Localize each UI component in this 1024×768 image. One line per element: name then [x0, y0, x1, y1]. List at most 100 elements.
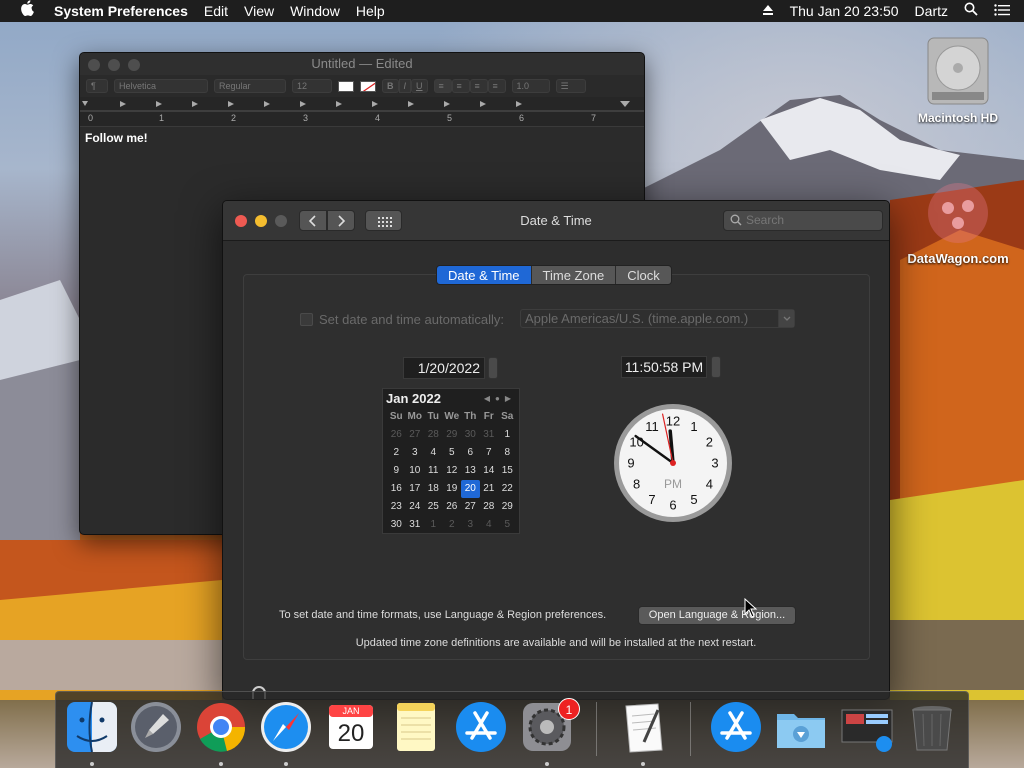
ruler[interactable]: 0 1 2 3 4 5 6 7	[80, 97, 644, 127]
dock-chrome[interactable]	[194, 700, 248, 754]
calendar-day[interactable]: 15	[498, 462, 517, 480]
calendar-day[interactable]: 2	[443, 516, 462, 534]
calendar-day[interactable]: 16	[387, 480, 406, 498]
time-field[interactable]: 11:50:58 PM	[621, 356, 707, 378]
close-button[interactable]	[88, 59, 100, 71]
calendar-day[interactable]: 27	[461, 498, 480, 516]
time-server-select[interactable]: Apple Americas/U.S. (time.apple.com.)	[520, 309, 795, 328]
calendar-day[interactable]: 21	[480, 480, 499, 498]
calendar-day[interactable]: 8	[498, 444, 517, 462]
underline-button[interactable]: U	[411, 79, 428, 93]
calendar-day[interactable]: 4	[424, 444, 443, 462]
dock-finder[interactable]	[65, 700, 119, 754]
calendar-day[interactable]: 2	[387, 444, 406, 462]
calendar-day[interactable]: 28	[480, 498, 499, 516]
calendar-day[interactable]: 30	[387, 516, 406, 534]
menubar-clock[interactable]: Thu Jan 20 23:50	[782, 0, 907, 22]
date-stepper[interactable]	[488, 357, 498, 379]
calendar-day[interactable]: 6	[461, 444, 480, 462]
calendar-day[interactable]: 26	[387, 426, 406, 444]
calendar-day-selected[interactable]: 20	[461, 480, 480, 498]
tab-clock[interactable]: Clock	[616, 266, 671, 284]
dock-notes[interactable]	[389, 700, 443, 754]
font-family-select[interactable]: Helvetica	[114, 79, 208, 93]
calendar-day[interactable]: 29	[443, 426, 462, 444]
calendar-day[interactable]: 22	[498, 480, 517, 498]
notification-center-icon[interactable]	[986, 0, 1024, 22]
calendar-day[interactable]: 24	[406, 498, 425, 516]
list-style-select[interactable]: ☰	[555, 79, 586, 93]
calendar-day[interactable]: 19	[443, 480, 462, 498]
highlight-color-swatch[interactable]	[360, 80, 376, 92]
time-stepper[interactable]	[711, 356, 721, 378]
dock-textedit[interactable]	[616, 700, 670, 754]
calendar-day[interactable]: 10	[406, 462, 425, 480]
tab-time-zone[interactable]: Time Zone	[531, 266, 617, 284]
bold-button[interactable]: B	[382, 79, 399, 93]
calendar[interactable]: Jan 2022 ◀●▶ Su Mo Tu We Th Fr Sa 26 27 28 29 30 31 1…	[382, 388, 520, 534]
calendar-day[interactable]: 30	[461, 426, 480, 444]
paragraph-style-select[interactable]: ¶	[86, 79, 108, 93]
syspref-titlebar[interactable]: Date & Time Search	[223, 201, 889, 241]
eject-icon[interactable]	[754, 0, 782, 22]
calendar-day[interactable]: 27	[406, 426, 425, 444]
dock-trash[interactable]	[905, 700, 959, 754]
calendar-day[interactable]: 31	[480, 426, 499, 444]
font-style-select[interactable]: Regular	[214, 79, 286, 93]
italic-button[interactable]: I	[398, 79, 412, 93]
calendar-day[interactable]: 12	[443, 462, 462, 480]
dock-safari[interactable]	[259, 700, 313, 754]
font-size-select[interactable]: 12	[292, 79, 332, 93]
spotlight-icon[interactable]	[956, 0, 986, 22]
calendar-day[interactable]: 1	[498, 426, 517, 444]
calendar-day[interactable]: 13	[461, 462, 480, 480]
dock-downloads[interactable]	[774, 700, 828, 754]
align-center-button[interactable]: ≡	[451, 79, 470, 93]
tab-date-time[interactable]: Date & Time	[437, 266, 532, 284]
dock-system-preferences[interactable]: 1	[520, 698, 580, 754]
textedit-document[interactable]: Follow me!	[80, 127, 644, 149]
menu-help[interactable]: Help	[348, 0, 393, 22]
calendar-nav[interactable]: ◀●▶	[484, 394, 516, 403]
apple-menu[interactable]	[0, 0, 46, 22]
calendar-day[interactable]: 25	[424, 498, 443, 516]
calendar-day[interactable]: 18	[424, 480, 443, 498]
calendar-day[interactable]: 28	[424, 426, 443, 444]
calendar-day[interactable]: 3	[461, 516, 480, 534]
justify-button[interactable]: ≡	[487, 79, 506, 93]
date-field[interactable]: 1/20/2022	[403, 357, 485, 379]
app-menu[interactable]: System Preferences	[46, 0, 196, 22]
menu-window[interactable]: Window	[282, 0, 348, 22]
calendar-day[interactable]: 31	[406, 516, 425, 534]
calendar-day[interactable]: 9	[387, 462, 406, 480]
calendar-day[interactable]: 26	[443, 498, 462, 516]
line-spacing-select[interactable]: 1.0	[511, 79, 550, 93]
search-field[interactable]: Search	[723, 210, 883, 231]
calendar-day[interactable]: 14	[480, 462, 499, 480]
menu-view[interactable]: View	[236, 0, 282, 22]
dock-app-store-2[interactable]	[709, 700, 763, 754]
datawagon-icon[interactable]: DataWagon.com	[896, 178, 1020, 266]
calendar-day[interactable]: 23	[387, 498, 406, 516]
text-color-swatch[interactable]	[338, 80, 354, 92]
calendar-day[interactable]: 11	[424, 462, 443, 480]
open-language-region-button[interactable]: Open Language & Region...	[638, 606, 796, 625]
calendar-day[interactable]: 3	[406, 444, 425, 462]
calendar-day[interactable]: 5	[498, 516, 517, 534]
auto-time-checkbox[interactable]	[300, 313, 313, 326]
align-left-button[interactable]: ≡	[433, 79, 452, 93]
dock-calendar[interactable]: JAN 20	[324, 700, 378, 754]
zoom-button[interactable]	[128, 59, 140, 71]
textedit-titlebar[interactable]: Untitled — Edited	[80, 53, 644, 75]
calendar-day[interactable]: 5	[443, 444, 462, 462]
macintosh-hd[interactable]: Macintosh HD	[908, 32, 1008, 125]
dock-app-store[interactable]	[454, 700, 508, 754]
calendar-day[interactable]: 29	[498, 498, 517, 516]
dock-screenshot[interactable]	[840, 700, 894, 754]
calendar-day[interactable]: 17	[406, 480, 425, 498]
calendar-day[interactable]: 1	[424, 516, 443, 534]
minimize-button[interactable]	[108, 59, 120, 71]
calendar-day[interactable]: 4	[480, 516, 499, 534]
dock-launchpad[interactable]	[129, 700, 183, 754]
calendar-day[interactable]: 7	[480, 444, 499, 462]
